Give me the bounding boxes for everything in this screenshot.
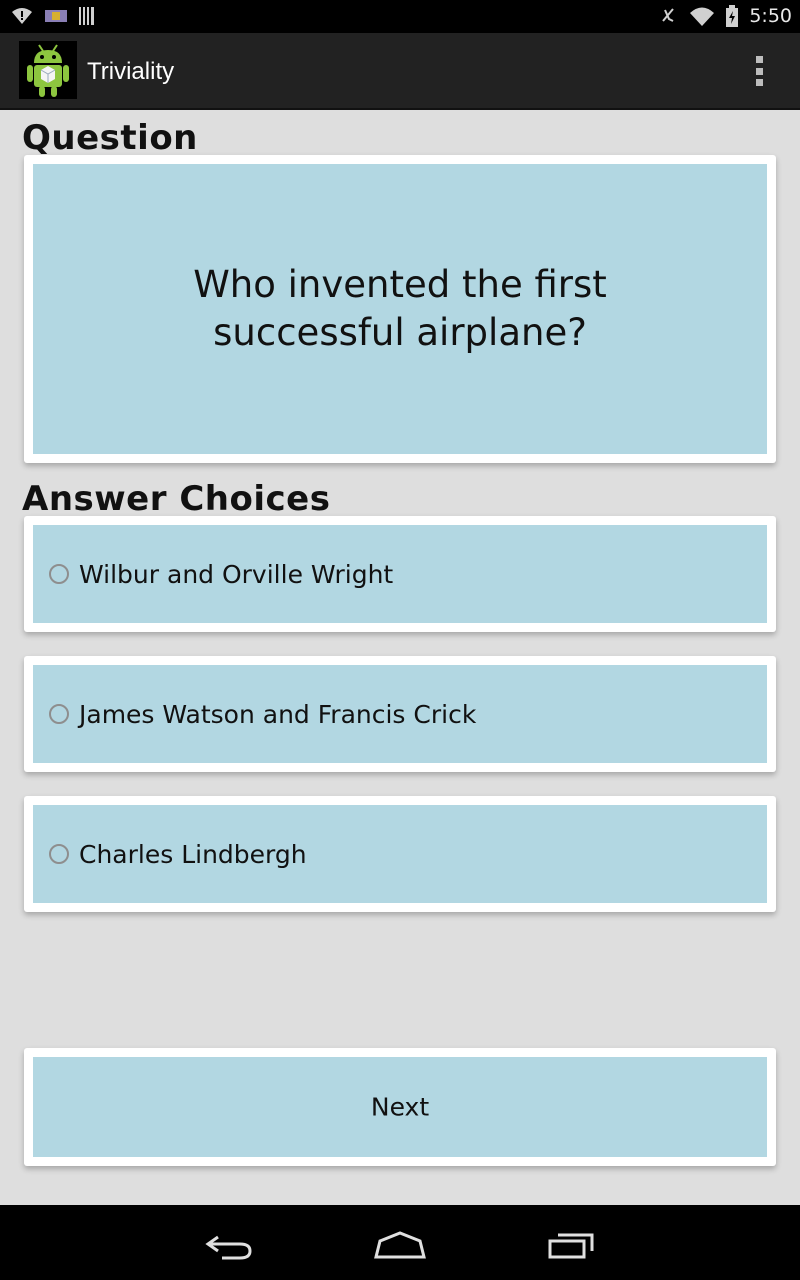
- wifi-icon: [690, 7, 715, 26]
- question-text: Who invented the first successful airpla…: [193, 263, 607, 354]
- answer-card-1[interactable]: Wilbur and Orville Wright: [24, 516, 776, 632]
- muted-icon: [662, 8, 675, 22]
- home-icon[interactable]: [370, 1227, 430, 1261]
- app-title: Triviality: [87, 58, 175, 85]
- next-button-body: Next: [33, 1057, 767, 1157]
- answer-option[interactable]: Charles Lindbergh: [49, 805, 307, 903]
- action-bar: Triviality: [0, 33, 800, 110]
- status-bar: 5:50: [0, 0, 800, 33]
- status-left-icons: [10, 5, 96, 27]
- answer-card-2[interactable]: James Watson and Francis Crick: [24, 656, 776, 772]
- answer-label: Charles Lindbergh: [79, 839, 307, 869]
- question-card-body: Who invented the first successful airpla…: [33, 164, 767, 454]
- answer-choices-heading: Answer Choices: [22, 479, 331, 519]
- answer-card-body: James Watson and Francis Crick: [33, 665, 767, 763]
- status-right-icons: 5:50: [657, 4, 792, 28]
- battery-icon: [726, 5, 739, 27]
- android-app-icon[interactable]: [19, 41, 77, 99]
- radio-button[interactable]: [49, 844, 69, 864]
- question-heading: Question: [22, 118, 198, 158]
- next-button-label: Next: [370, 1092, 430, 1122]
- recents-icon[interactable]: [542, 1227, 602, 1261]
- radio-button[interactable]: [49, 704, 69, 724]
- answer-card-body: Wilbur and Orville Wright: [33, 525, 767, 623]
- answer-option[interactable]: James Watson and Francis Crick: [49, 665, 476, 763]
- status-time: 5:50: [749, 5, 792, 27]
- question-card: Who invented the first successful airpla…: [24, 155, 776, 463]
- answer-card-3[interactable]: Charles Lindbergh: [24, 796, 776, 912]
- back-icon[interactable]: [200, 1227, 260, 1261]
- answer-label: Wilbur and Orville Wright: [79, 559, 394, 589]
- answer-card-body: Charles Lindbergh: [33, 805, 767, 903]
- answer-option[interactable]: Wilbur and Orville Wright: [49, 525, 393, 623]
- barcode-icon: [79, 7, 94, 25]
- answer-label: James Watson and Francis Crick: [79, 699, 477, 729]
- wifi-alert-icon: [12, 8, 32, 24]
- next-button[interactable]: Next: [24, 1048, 776, 1166]
- overflow-menu-icon[interactable]: [754, 56, 764, 86]
- notification-badge-icon: [45, 10, 67, 22]
- navigation-bar: [0, 1205, 800, 1280]
- radio-button[interactable]: [49, 564, 69, 584]
